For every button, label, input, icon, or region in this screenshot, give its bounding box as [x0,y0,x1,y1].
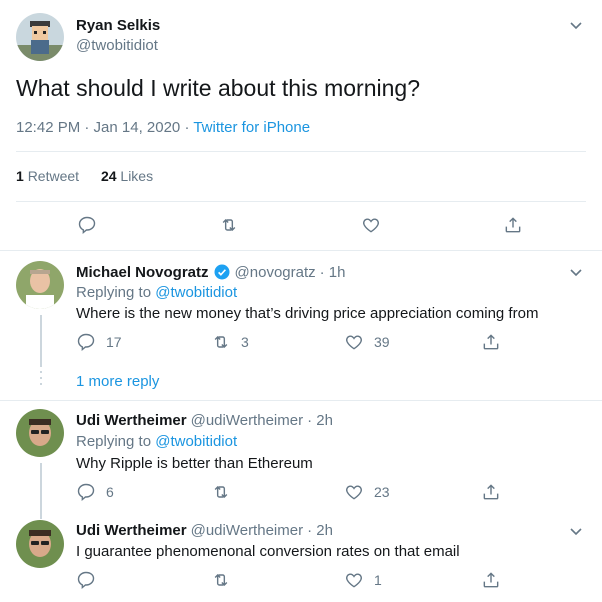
like-button[interactable] [361,215,381,235]
reply-button[interactable]: 17 [76,332,122,352]
share-button[interactable] [481,570,501,590]
chevron-down-icon[interactable] [568,523,584,539]
author-name[interactable]: Ryan Selkis [76,17,160,34]
share-button[interactable] [481,482,501,502]
like-count: 23 [374,484,390,500]
reply-icon [76,482,96,502]
thread-line [40,463,42,519]
thread-dots [40,371,42,389]
retweet-button[interactable]: 3 [211,332,249,352]
main-tweet: Ryan Selkis @twobitidiot What should I w… [0,0,602,251]
author-handle[interactable]: @twobitidiot [76,37,158,54]
reply-button[interactable] [76,570,106,590]
reply-button[interactable]: 6 [76,482,114,502]
tweet-source[interactable]: Twitter for iPhone [193,119,310,136]
reply-header: Udi Wertheimer @udiWertheimer · 2h [76,412,333,429]
like-button[interactable]: 23 [344,482,390,502]
like-icon [344,570,364,590]
retweet-button[interactable] [219,215,239,235]
avatar[interactable] [16,409,64,457]
reply-icon [76,570,96,590]
retweet-count: 1 [16,168,24,184]
share-icon [481,482,501,502]
like-icon [344,482,364,502]
replying-to-link[interactable]: @twobitidiot [155,284,237,301]
reply-tweet[interactable]: Udi Wertheimer @udiWertheimer · 2h I gua… [0,512,602,602]
reply-count: 17 [106,334,122,350]
like-icon [361,215,381,235]
likes-count: 24 [100,168,117,184]
like-count: 39 [374,334,390,350]
reply-text: Where is the new money that’s driving pr… [76,305,539,322]
reply-count: 6 [106,484,114,500]
share-button[interactable] [481,332,501,352]
retweet-icon [211,332,231,352]
share-button[interactable] [503,215,523,235]
avatar[interactable] [16,261,64,309]
retweet-button[interactable] [211,570,241,590]
retweet-icon [211,570,231,590]
avatar[interactable] [16,13,64,61]
share-icon [481,332,501,352]
replying-prefix: Replying to [76,433,152,450]
author-handle[interactable]: @udiWertheimer [191,412,304,429]
reply-text: I guarantee phenomenonal conversion rate… [76,543,460,560]
tweet-stats: 1 Retweet 24 Likes [16,168,153,184]
reply-time[interactable]: · 1h [320,264,346,281]
likes-stat[interactable]: 24 Likes [101,168,153,184]
replying-prefix: Replying to [76,284,152,301]
reply-time[interactable]: · 2h [307,412,333,429]
tweet-text: What should I write about this morning? [16,75,420,101]
author-name[interactable]: Udi Wertheimer [76,522,187,539]
author-name[interactable]: Michael Novogratz [76,264,209,281]
replying-to-link[interactable]: @twobitidiot [155,433,237,450]
retweet-icon [219,215,239,235]
tweet-time[interactable]: 12:42 PM · Jan 14, 2020 [16,119,180,136]
share-icon [481,570,501,590]
verified-icon [213,263,231,281]
reply-icon [77,215,97,235]
retweet-count: 3 [241,334,249,350]
like-count: 1 [374,572,382,588]
avatar[interactable] [16,520,64,568]
replying-to: Replying to @twobitidiot [76,284,237,301]
chevron-down-icon[interactable] [568,264,584,280]
stats-divider-top [16,151,586,152]
author-handle[interactable]: @novogratz [235,264,316,281]
more-replies-link[interactable]: 1 more reply [76,373,159,390]
reply-icon [76,332,96,352]
retweet-label: Retweet [27,168,80,184]
retweet-icon [211,482,231,502]
meta-separator: · [180,119,194,136]
reply-time[interactable]: · 2h [307,522,333,539]
retweet-button[interactable] [211,482,241,502]
thread-line [40,315,42,367]
share-icon [503,215,523,235]
likes-label: Likes [120,168,154,184]
tweet-meta: 12:42 PM · Jan 14, 2020 · Twitter for iP… [16,119,310,136]
like-icon [344,332,364,352]
reply-button[interactable] [77,215,97,235]
retweet-stat[interactable]: 1 Retweet [16,168,83,184]
reply-text: Why Ripple is better than Ethereum [76,455,313,472]
reply-header: Michael Novogratz @novogratz · 1h [76,263,346,281]
reply-tweet[interactable]: Michael Novogratz @novogratz · 1h Replyi… [0,251,602,401]
author-name[interactable]: Udi Wertheimer [76,412,187,429]
stats-divider-bottom [16,201,586,202]
reply-tweet[interactable]: Udi Wertheimer @udiWertheimer · 2h Reply… [0,401,602,519]
reply-header: Udi Wertheimer @udiWertheimer · 2h [76,522,333,539]
replying-to: Replying to @twobitidiot [76,433,237,450]
chevron-down-icon[interactable] [568,17,584,33]
like-button[interactable]: 1 [344,570,382,590]
like-button[interactable]: 39 [344,332,390,352]
author-handle[interactable]: @udiWertheimer [191,522,304,539]
